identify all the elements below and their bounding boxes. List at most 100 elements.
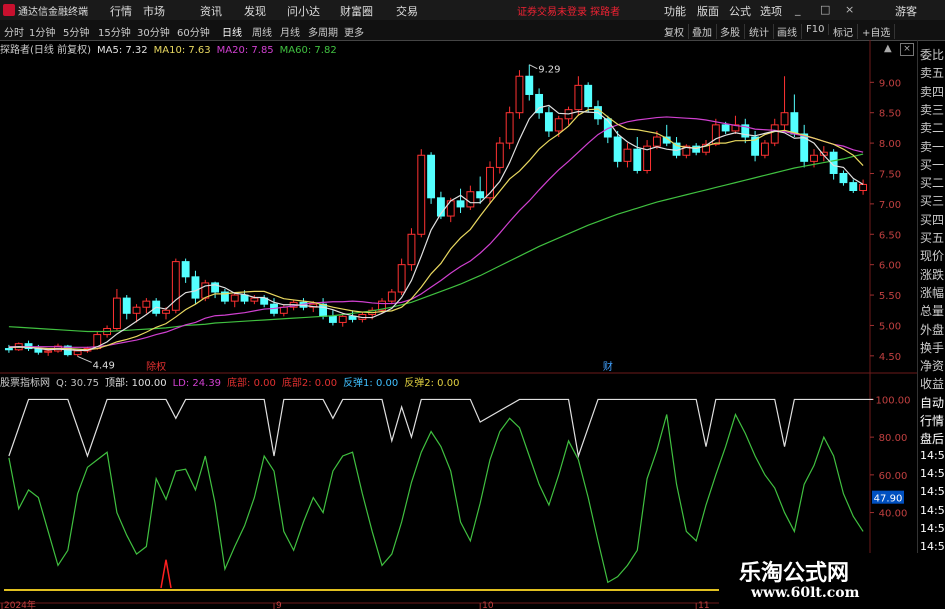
sidebar-item[interactable]: 买三 [920, 192, 944, 209]
period-tab-15min[interactable]: 15分钟 [98, 24, 131, 39]
price-tick-label: 7.00 [879, 200, 901, 211]
sub-chart-legend: 股票指标网 Q: 30.75 顶部: 100.00 LD: 24.39 底部: 0.00… [0, 374, 471, 389]
candle-body [142, 300, 151, 308]
candle [495, 137, 504, 174]
candle-body [760, 142, 769, 156]
candle [574, 76, 583, 116]
adjust-button[interactable]: 复权 [664, 24, 689, 39]
sidebar-item[interactable]: 外盘 [920, 321, 944, 338]
sidebar-item[interactable]: 收益 [920, 375, 944, 392]
expand-icon[interactable]: ▲ [884, 43, 892, 54]
sidebar-item[interactable]: 14:53 [920, 504, 945, 517]
maximize-button[interactable]: □ [820, 3, 830, 16]
candle-body [633, 148, 642, 171]
candle [780, 76, 789, 131]
sidebar-item[interactable]: 涨跌 [920, 266, 944, 283]
period-tab-more[interactable]: 更多 [344, 24, 364, 39]
ma-legend-item: MA5: 7.32 [96, 45, 148, 56]
multi-stock-button[interactable]: 多股 [720, 24, 745, 39]
sidebar-item[interactable]: 委比 [920, 46, 944, 63]
menu-item-wealth[interactable]: 财富圈 [340, 3, 373, 19]
period-tab-weekly[interactable]: 周线 [252, 24, 272, 39]
candle-body [230, 294, 239, 302]
sidebar-item[interactable]: 买二 [920, 174, 944, 191]
period-tab-multi[interactable]: 多周期 [308, 24, 338, 39]
candle [4, 344, 13, 353]
sidebar-item[interactable]: 14:54 [920, 522, 945, 535]
watermark-title: 乐淘公式网 [739, 561, 850, 586]
sidebar-item[interactable]: 14:51 [920, 467, 945, 480]
menu-item-ask[interactable]: 问小达 [287, 3, 320, 19]
period-tab-5min[interactable]: 5分钟 [63, 24, 89, 39]
menu-item-quotes[interactable]: 行情 [110, 3, 132, 19]
sidebar-item[interactable]: 卖三 [920, 101, 944, 118]
candle [417, 149, 426, 238]
ma-legend: MA5: 7.32 MA10: 7.63 MA20: 7.85 MA60: 7.82 [97, 45, 343, 56]
sidebar-item[interactable]: 涨幅 [920, 284, 944, 301]
menu-item-market[interactable]: 市场 [143, 3, 165, 19]
price-tick-label: 5.50 [879, 291, 901, 302]
candle-body [770, 124, 779, 144]
menu-item-function[interactable]: 功能 [664, 3, 686, 19]
candle [515, 70, 524, 119]
menu-item-trade[interactable]: 交易 [396, 3, 418, 19]
candle-body [4, 348, 13, 351]
candle [486, 161, 494, 204]
sidebar-item[interactable]: 卖一 [920, 138, 944, 155]
sidebar-item[interactable]: 卖二 [920, 119, 944, 136]
candle-body [849, 182, 858, 192]
period-tab-30min[interactable]: 30分钟 [137, 24, 170, 39]
sidebar-item[interactable]: 买五 [920, 229, 944, 246]
sidebar-item[interactable]: 行情 [920, 412, 944, 429]
candle [741, 118, 750, 144]
candle [839, 170, 848, 186]
sidebar-item[interactable]: 买一 [920, 156, 944, 173]
period-tab-60min[interactable]: 60分钟 [177, 24, 210, 39]
sidebar-item[interactable]: 总量 [920, 302, 944, 319]
close-panel-icon[interactable]: × [900, 43, 914, 56]
sidebar-item[interactable]: 卖四 [920, 83, 944, 100]
guest-label[interactable]: 游客 [895, 3, 917, 19]
period-tab-monthly[interactable]: 月线 [280, 24, 300, 39]
stats-button[interactable]: 统计 [749, 24, 774, 39]
min-marker-line [77, 355, 92, 363]
mark-button[interactable]: 标记 [833, 24, 858, 39]
sidebar-item[interactable]: 买四 [920, 211, 944, 228]
price-tick-label: 8.00 [879, 139, 901, 150]
sidebar-item[interactable]: 14:55 [920, 540, 945, 553]
menu-item-news[interactable]: 资讯 [200, 3, 222, 19]
sidebar-item[interactable]: 净资 [920, 357, 944, 374]
indicator-legend-item: LD: 24.39 [172, 378, 222, 389]
price-tick-label: 5.00 [879, 321, 901, 332]
candle [230, 292, 239, 308]
menu-item-layout[interactable]: 版面 [697, 3, 719, 19]
sidebar-item[interactable]: 自动 [920, 394, 944, 411]
add-favorite-button[interactable]: +自选 [862, 24, 896, 39]
menu-item-discover[interactable]: 发现 [244, 3, 266, 19]
sidebar-item[interactable]: 14:50 [920, 449, 945, 462]
sidebar-item[interactable]: 14:52 [920, 485, 945, 498]
overlay-button[interactable]: 叠加 [692, 24, 717, 39]
period-tab-1min[interactable]: 1分钟 [29, 24, 55, 39]
current-value-label: 47.90 [874, 494, 903, 505]
menu-item-formula[interactable]: 公式 [729, 3, 751, 19]
sidebar-item[interactable]: 现价 [920, 247, 944, 264]
close-button[interactable]: × [845, 3, 854, 16]
indicator-legend-item: 底部: 0.00 [227, 378, 276, 389]
period-tab-intraday[interactable]: 分时 [4, 24, 24, 39]
candle-body [162, 309, 170, 314]
draw-button[interactable]: 画线 [777, 24, 802, 39]
sidebar-item[interactable]: 卖五 [920, 64, 944, 81]
candle [702, 140, 710, 156]
minimize-button[interactable]: _ [795, 3, 801, 16]
sidebar-item[interactable]: 换手 [920, 339, 944, 356]
candle [800, 124, 809, 168]
f10-button[interactable]: F10 [806, 24, 830, 35]
watermark-url: www.60lt.com [751, 585, 860, 601]
period-tab-daily[interactable]: 日线 [222, 24, 242, 39]
candle-body [427, 154, 436, 199]
sidebar-item[interactable]: 盘后 [920, 430, 944, 447]
menu-item-options[interactable]: 选项 [760, 3, 782, 19]
candle [387, 288, 396, 305]
kline-chart[interactable]: 9.00 8.50 8.00 7.50 7.00 6.50 6.00 5.50 5.00 4.50… [0, 40, 917, 609]
